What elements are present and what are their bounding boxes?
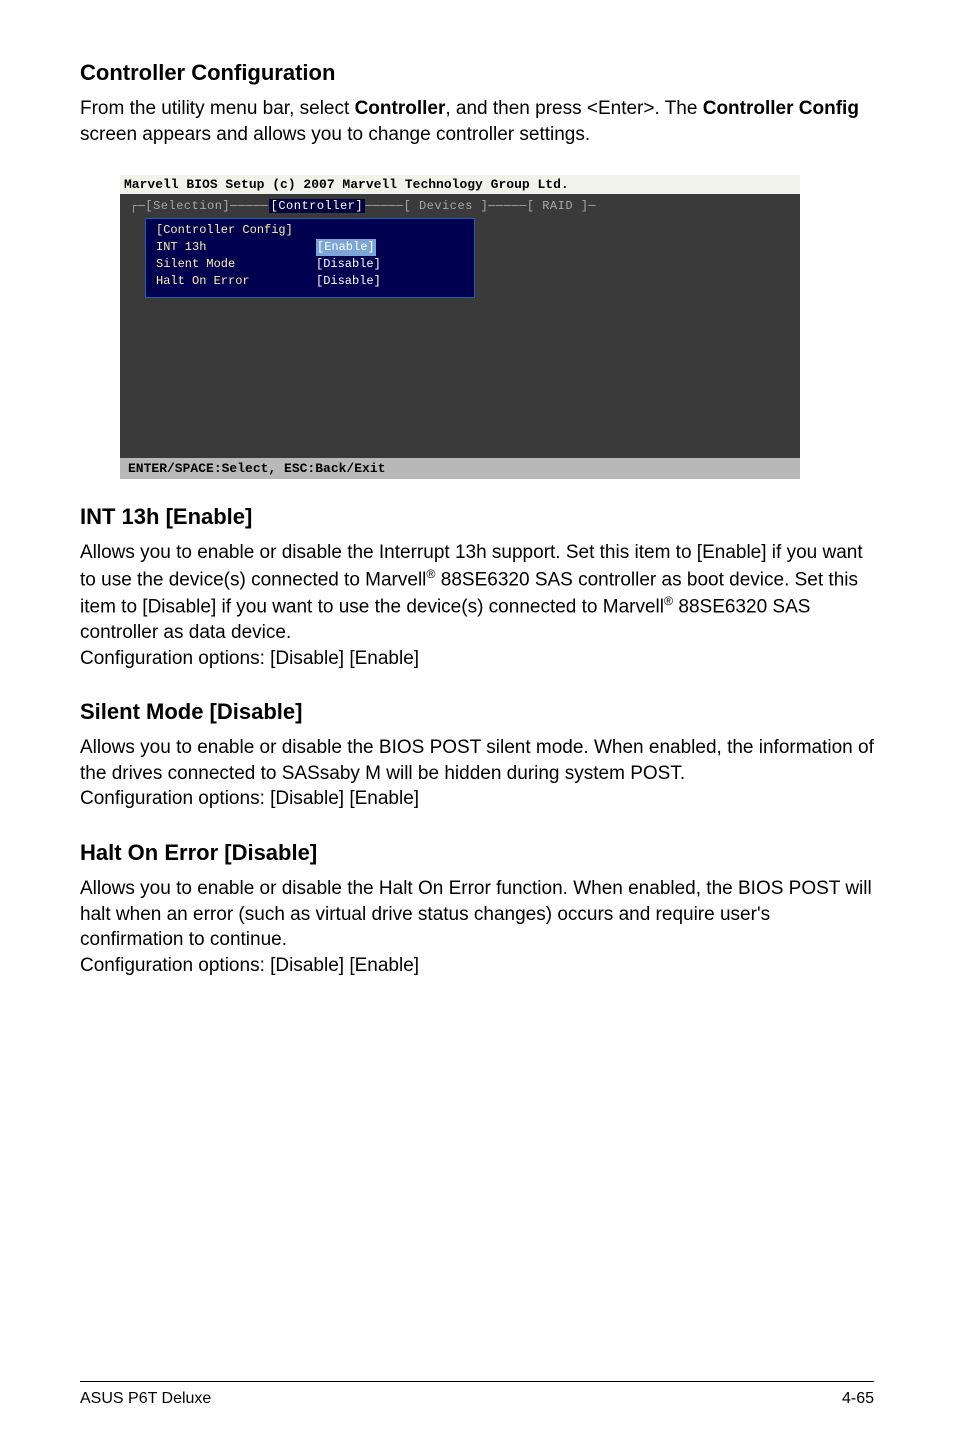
popup-row-halt: Halt On Error [Disable]	[156, 273, 464, 290]
para-silent-mode: Allows you to enable or disable the BIOS…	[80, 735, 874, 812]
bios-tabs: ┌─[Selection]─────[Controller]─────[ Dev…	[120, 194, 800, 213]
popup-label: INT 13h	[156, 239, 316, 256]
heading-silent-mode: Silent Mode [Disable]	[80, 699, 874, 725]
popup-row-int13h: INT 13h [Enable]	[156, 239, 464, 256]
bios-frame-line: ─────	[365, 199, 404, 213]
text-body: Allows you to enable or disable the Halt…	[80, 878, 872, 950]
registered-symbol: ®	[664, 594, 673, 608]
bios-tab-raid: [ RAID ]	[527, 199, 589, 213]
bios-frame-corner: ┌─	[130, 199, 145, 213]
popup-value-selected: [Enable]	[316, 239, 376, 256]
bios-footer-bar: ENTER/SPACE:Select, ESC:Back/Exit	[120, 458, 800, 479]
config-options: Configuration options: [Disable] [Enable…	[80, 788, 419, 809]
popup-value: [Disable]	[316, 256, 381, 273]
section-halt-on-error: Halt On Error [Disable] Allows you to en…	[80, 840, 874, 979]
bios-popup: [Controller Config] INT 13h [Enable] Sil…	[145, 218, 475, 298]
text-fragment: From the utility menu bar, select	[80, 98, 355, 119]
popup-label: Halt On Error	[156, 273, 316, 290]
bios-body: ┌─[Selection]─────[Controller]─────[ Dev…	[120, 194, 800, 458]
bios-screenshot: Marvell BIOS Setup (c) 2007 Marvell Tech…	[120, 175, 874, 479]
text-fragment: screen appears and allows you to change …	[80, 124, 590, 145]
footer-right: 4-65	[842, 1390, 874, 1408]
section-controller-config: Controller Configuration From the utilit…	[80, 60, 874, 147]
footer-left: ASUS P6T Deluxe	[80, 1390, 211, 1408]
bios-title-bar: Marvell BIOS Setup (c) 2007 Marvell Tech…	[120, 175, 800, 194]
config-options: Configuration options: [Disable] [Enable…	[80, 955, 419, 976]
bios-tab-controller: [Controller]	[269, 199, 365, 213]
text-body: Allows you to enable or disable the BIOS…	[80, 737, 874, 784]
page-footer: ASUS P6T Deluxe 4-65	[80, 1381, 874, 1408]
registered-symbol: ®	[426, 567, 435, 581]
bios-frame-line: ─────	[230, 199, 269, 213]
bios-tab-selection: [Selection]	[145, 199, 230, 213]
para-halt-on-error: Allows you to enable or disable the Halt…	[80, 876, 874, 979]
heading-int13h: INT 13h [Enable]	[80, 504, 874, 530]
config-options: Configuration options: [Disable] [Enable…	[80, 648, 419, 669]
popup-label: Silent Mode	[156, 256, 316, 273]
heading-controller-config: Controller Configuration	[80, 60, 874, 86]
section-int13h: INT 13h [Enable] Allows you to enable or…	[80, 504, 874, 671]
para-controller-config: From the utility menu bar, select Contro…	[80, 96, 874, 147]
popup-row-silent: Silent Mode [Disable]	[156, 256, 464, 273]
para-int13h: Allows you to enable or disable the Inte…	[80, 540, 874, 671]
heading-halt-on-error: Halt On Error [Disable]	[80, 840, 874, 866]
bios-frame-line: ─	[588, 199, 596, 213]
popup-title: [Controller Config]	[156, 222, 464, 239]
popup-value: [Disable]	[316, 273, 381, 290]
text-fragment: , and then press <Enter>. The	[445, 98, 702, 119]
bios-main-area: [Controller Config] INT 13h [Enable] Sil…	[120, 218, 800, 458]
bios-tab-devices: [ Devices ]	[404, 199, 489, 213]
bios-frame-line: ─────	[488, 199, 527, 213]
text-bold: Controller Config	[703, 98, 859, 119]
section-silent-mode: Silent Mode [Disable] Allows you to enab…	[80, 699, 874, 812]
text-bold: Controller	[355, 98, 446, 119]
